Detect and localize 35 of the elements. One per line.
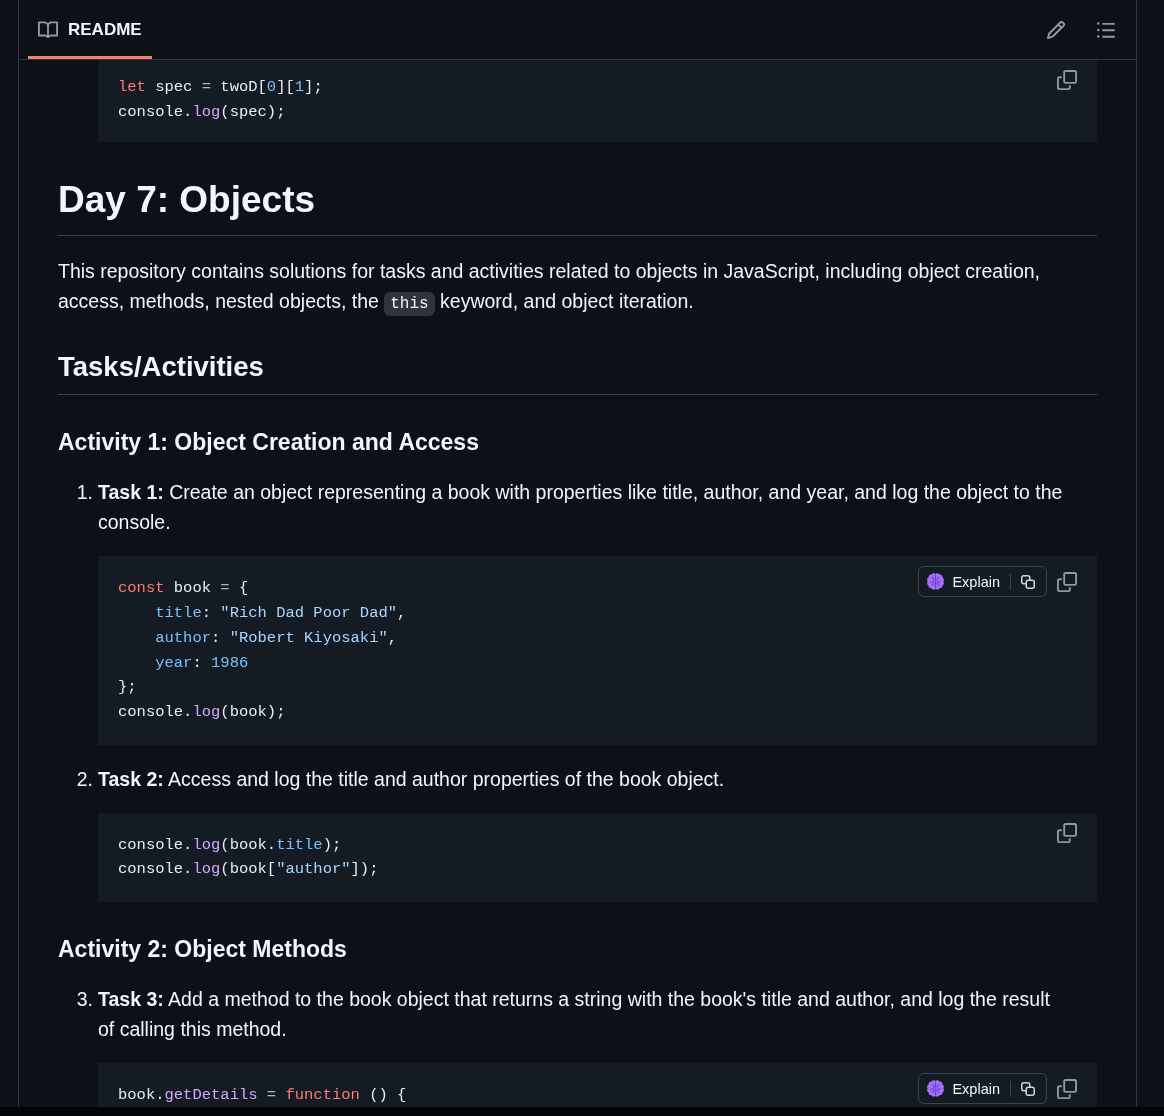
task-description: Task 3: Add a method to the book object that returns a string with the book's title and author, and log the result of calling this method. — [98, 987, 1051, 1043]
copy-icon[interactable] — [1057, 822, 1077, 843]
page-heading: Day 7: Objects — [58, 177, 1097, 237]
copy-icon[interactable] — [1057, 1078, 1077, 1099]
book-icon — [38, 21, 58, 38]
list-icon[interactable] — [1097, 21, 1115, 38]
code-line: console.log(spec); — [118, 101, 286, 123]
brain-icon — [927, 1080, 945, 1098]
intro-paragraph: This repository contains solutions for tasks and activities related to objects in JavaScript, including object creation, access, methods, nested objects, the this keyword, and object iteration. — [58, 256, 1097, 320]
activity-heading: Activity 2: Object Methods — [58, 935, 348, 965]
list-number: 1. — [75, 480, 94, 506]
copy-icon[interactable] — [1057, 70, 1077, 90]
code-line: const book = { — [118, 578, 249, 600]
duplicate-icon[interactable] — [1021, 1081, 1035, 1096]
code-line: title: "Rich Dad Poor Dad", — [155, 603, 407, 625]
code-line: console.log(book); — [118, 701, 286, 723]
pencil-icon[interactable] — [1047, 20, 1065, 39]
code-line: console.log(book["author"]); — [118, 859, 379, 881]
code-line: console.log(book.title); — [118, 834, 342, 856]
code-line: author: "Robert Kiyosaki", — [155, 627, 398, 649]
brain-icon — [927, 573, 945, 591]
task-description: Task 2: Access and log the title and author properties of the book object. — [98, 766, 726, 792]
section-heading: Tasks/Activities — [58, 349, 1097, 396]
code-line: book.getDetails = function () { — [118, 1085, 407, 1107]
activity-heading: Activity 1: Object Creation and Access — [58, 428, 480, 458]
code-line: }; — [118, 677, 137, 699]
explain-button[interactable]: Explain — [919, 1074, 1010, 1104]
task-description: Task 1: Create an object representing a book with properties like title, author, and year, and log the object to the console. — [98, 480, 1064, 536]
explain-button[interactable]: Explain — [919, 567, 1010, 597]
code-line: let spec = twoD[0][1]; — [118, 77, 323, 98]
list-number: 3. — [75, 987, 94, 1013]
copy-icon[interactable] — [1057, 571, 1077, 592]
list-number: 2. — [75, 766, 94, 792]
duplicate-icon[interactable] — [1021, 574, 1035, 589]
code-line: year: 1986 — [155, 652, 249, 674]
